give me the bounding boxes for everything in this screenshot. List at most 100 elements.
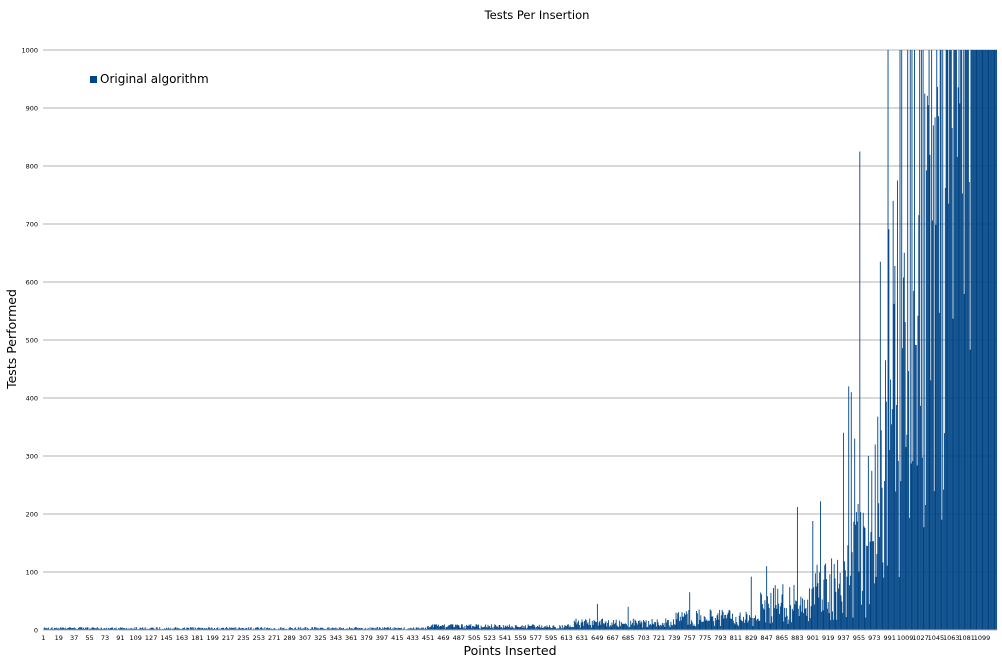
bar <box>523 625 525 630</box>
bar <box>795 600 797 630</box>
bar <box>609 625 611 630</box>
bar <box>876 554 878 630</box>
bar <box>840 595 842 630</box>
bar <box>709 609 711 630</box>
bar <box>673 619 674 630</box>
bar <box>970 50 972 630</box>
bar <box>838 583 840 630</box>
bar <box>696 613 698 630</box>
bar <box>918 215 920 631</box>
bar <box>944 187 946 630</box>
bar <box>792 610 794 630</box>
bar <box>457 625 459 630</box>
bar <box>538 624 540 630</box>
bar <box>747 622 749 630</box>
x-tick-label: 1063 <box>943 634 960 642</box>
bar <box>770 592 772 630</box>
bar <box>886 565 888 630</box>
bar <box>537 625 538 630</box>
x-tick-label: 307 <box>299 634 311 642</box>
x-tick-label: 127 <box>145 634 157 642</box>
x-tick-label: 865 <box>776 634 788 642</box>
bar <box>814 604 815 630</box>
bar <box>684 613 686 630</box>
bar <box>815 586 817 630</box>
bar <box>991 50 992 630</box>
bar <box>926 95 928 630</box>
bar <box>871 470 873 630</box>
bar <box>600 624 602 630</box>
bar <box>447 626 449 630</box>
bar <box>887 50 889 630</box>
bar <box>631 624 633 630</box>
x-tick-label: 523 <box>483 634 495 642</box>
bar <box>870 532 872 630</box>
bar <box>679 616 681 630</box>
bar <box>577 622 579 630</box>
bar <box>533 625 535 630</box>
bar <box>922 50 924 630</box>
bar <box>714 625 715 630</box>
bar <box>634 619 636 630</box>
bar <box>456 624 458 630</box>
x-tick-label: 217 <box>222 634 234 642</box>
bar <box>624 623 626 630</box>
bar <box>937 87 939 631</box>
x-tick-label: 847 <box>760 634 772 642</box>
bar <box>774 585 776 630</box>
bar <box>696 610 697 630</box>
bar <box>847 545 849 630</box>
x-tick-label: 325 <box>314 634 326 642</box>
bar <box>965 50 967 630</box>
bar <box>661 625 662 630</box>
bar <box>848 386 850 630</box>
bar <box>813 587 815 630</box>
bar <box>427 625 429 630</box>
bar <box>901 50 903 630</box>
bar <box>433 624 435 630</box>
bar <box>855 512 857 630</box>
bar <box>699 619 701 630</box>
bar <box>455 625 457 630</box>
bar <box>807 599 809 630</box>
bar <box>649 624 651 630</box>
bar <box>440 626 442 630</box>
bar <box>812 520 814 630</box>
bar <box>777 588 779 630</box>
bar <box>742 621 744 630</box>
bar <box>772 622 774 630</box>
bar <box>691 622 693 630</box>
bar <box>764 600 766 630</box>
bar <box>461 624 462 630</box>
bar <box>655 622 656 630</box>
bar <box>637 620 639 630</box>
bar <box>852 617 854 630</box>
bar <box>502 625 504 630</box>
x-tick-label: 577 <box>530 634 542 642</box>
bar <box>788 619 790 630</box>
bar <box>834 578 836 630</box>
bar <box>442 625 444 630</box>
bar <box>683 616 685 630</box>
bar <box>615 619 617 630</box>
bar <box>805 608 807 630</box>
bar <box>726 618 727 630</box>
bar <box>984 50 986 630</box>
bar <box>711 616 713 630</box>
bar <box>755 615 756 630</box>
bar <box>541 625 543 630</box>
bar <box>573 620 575 630</box>
bar <box>508 624 510 630</box>
bar <box>936 50 938 630</box>
x-tick-label: 649 <box>591 634 603 642</box>
bar <box>584 620 586 630</box>
bar <box>627 606 629 630</box>
bar <box>945 50 947 630</box>
bar <box>760 592 762 630</box>
bar <box>926 170 927 630</box>
bar <box>426 626 428 630</box>
bar <box>989 50 991 630</box>
bar <box>567 624 568 630</box>
y-tick-label: 800 <box>26 163 38 171</box>
bar <box>708 620 710 630</box>
